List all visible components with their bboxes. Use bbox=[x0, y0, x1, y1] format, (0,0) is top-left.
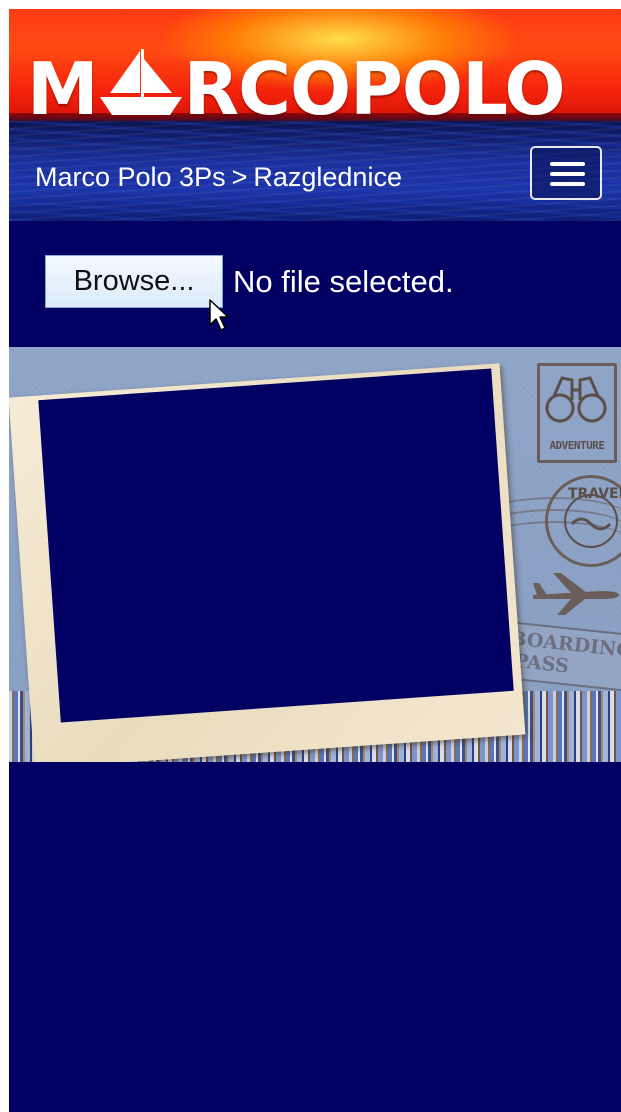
breadcrumb: Marco Polo 3Ps > Razglednice bbox=[35, 161, 402, 193]
postcard-preview: ADVENTURE TRAVEL BOARDING PASS bbox=[9, 347, 621, 762]
browse-button[interactable]: Browse... bbox=[45, 255, 223, 308]
breadcrumb-separator: > bbox=[231, 162, 248, 192]
header-banner: M RCOPOLO Marco Polo 3Ps > Razglednice bbox=[9, 9, 621, 221]
photo-placeholder[interactable] bbox=[38, 368, 514, 723]
wave-icon bbox=[564, 494, 618, 548]
app-window: M RCOPOLO Marco Polo 3Ps > Razglednice Bro… bbox=[9, 9, 621, 1112]
boarding-pass-line2: PASS bbox=[513, 649, 570, 678]
adventure-stamp: ADVENTURE bbox=[537, 363, 617, 463]
site-logo[interactable]: M RCOPOLO bbox=[27, 47, 566, 131]
file-status-text: No file selected. bbox=[233, 263, 454, 299]
hamburger-bar-bottom bbox=[550, 182, 585, 186]
adventure-stamp-label: ADVENTURE bbox=[549, 439, 605, 452]
travel-stamp: TRAVEL bbox=[545, 475, 621, 567]
hamburger-bar-top bbox=[550, 162, 585, 166]
mouse-cursor-icon bbox=[209, 299, 229, 331]
airplane-icon bbox=[533, 573, 619, 615]
breadcrumb-current: Razglednice bbox=[253, 162, 402, 192]
binoculars-icon bbox=[545, 376, 607, 423]
hamburger-bar-middle bbox=[550, 172, 585, 176]
sailboat-icon bbox=[99, 49, 182, 115]
logo-text-left: M bbox=[27, 47, 99, 131]
breadcrumb-home-link[interactable]: Marco Polo 3Ps bbox=[35, 162, 226, 192]
file-upload: Browse... No file selected. bbox=[45, 255, 454, 308]
menu-toggle-button[interactable] bbox=[530, 146, 602, 200]
logo-text-right: RCOPOLO bbox=[183, 47, 566, 131]
